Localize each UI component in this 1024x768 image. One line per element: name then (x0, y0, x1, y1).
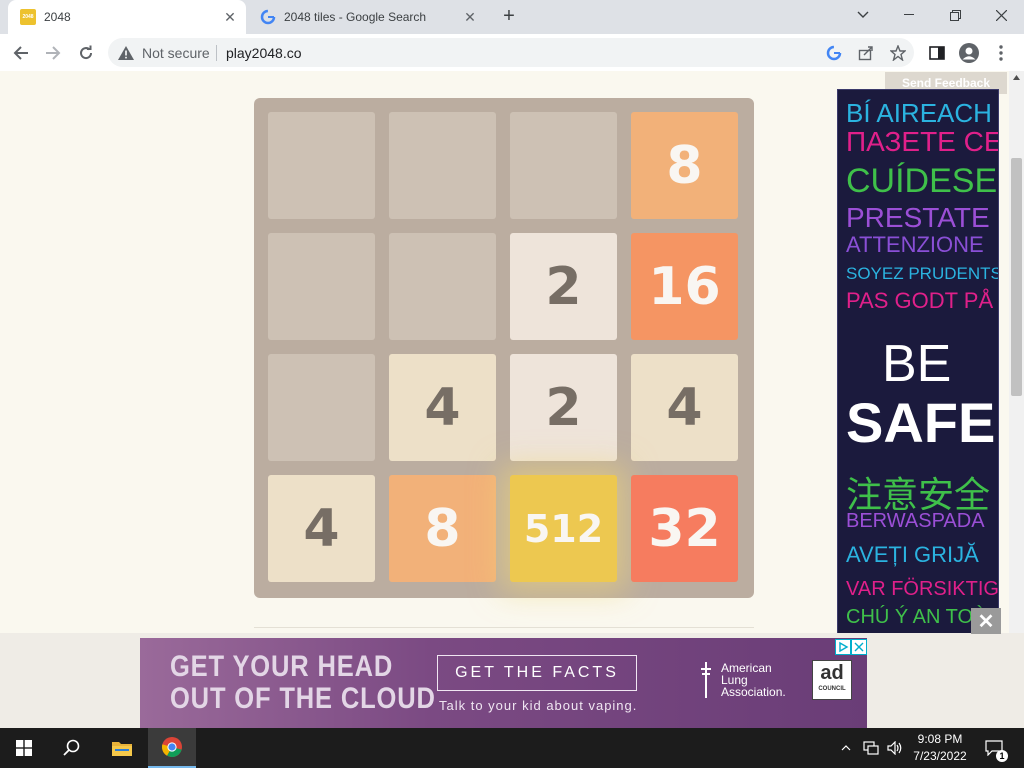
sponsor-line-3: Association. (721, 685, 786, 699)
ad-close-x-icon[interactable] (851, 639, 867, 655)
tile-4: 4 (631, 354, 738, 461)
ad-headline-line2: OUT OF THE CLOUD (170, 682, 436, 715)
forward-arrow-icon[interactable] (40, 40, 66, 66)
clock-time[interactable]: 9:08 PM (904, 731, 976, 747)
close-tab-icon[interactable]: ✕ (222, 9, 238, 25)
tile-8: 8 (631, 112, 738, 219)
tile-16: 16 (631, 233, 738, 340)
windows-start-icon[interactable] (0, 728, 48, 768)
ad-subtext: Talk to your kid about vaping. (439, 698, 638, 713)
side-ad-line: BÍ AIREACH (846, 98, 992, 128)
bottom-advertisement[interactable]: GET YOUR HEAD OUT OF THE CLOUD GET THE F… (140, 638, 867, 728)
windows-taskbar: 9:08 PM 7/23/2022 1 (0, 728, 1024, 768)
side-ad-line: BE (882, 335, 952, 393)
omnibox-divider (216, 45, 217, 61)
warning-icon[interactable] (116, 43, 136, 63)
google-icon (260, 9, 276, 25)
empty-cell (268, 112, 375, 219)
scroll-up-arrow-icon (1013, 75, 1020, 80)
tile-8: 8 (389, 475, 496, 582)
side-ad-line: PRESTATE (846, 202, 990, 233)
2048-favicon-icon: 2048 (20, 9, 36, 25)
volume-icon[interactable] (884, 728, 906, 768)
game-board[interactable]: 8 2 16 4 2 4 4 8 512 32 (254, 98, 754, 598)
side-ad-line: PAS GODT PÅ (846, 288, 994, 313)
side-ad-line: SOYEZ PRUDENTS (846, 264, 999, 283)
ad-council-badge-text: ad (820, 662, 844, 684)
empty-cell (389, 233, 496, 340)
side-advertisement[interactable]: BÍ AIREACH ПАЗЕТЕ СЕ CUÍDESE PRESTATE ATTENZ… (837, 89, 999, 635)
scrollbar-thumb[interactable] (1011, 158, 1022, 396)
empty-cell (389, 112, 496, 219)
show-hidden-icons-chevron-icon[interactable] (836, 728, 856, 768)
tab-2048[interactable]: 2048 2048 ✕ (8, 0, 246, 34)
minimize-button[interactable] (886, 0, 932, 30)
tile-512: 512 (510, 475, 617, 582)
side-ad-line: BERWASPADA (846, 510, 985, 532)
profile-avatar-icon[interactable] (956, 40, 982, 66)
ad-council-badge-subtext: COUNCIL (818, 686, 846, 692)
notifications-icon[interactable] (980, 728, 1008, 768)
adchoices-icon[interactable] (835, 639, 851, 655)
address-bar[interactable]: Not secure play2048.co (108, 38, 914, 67)
side-panel-icon[interactable] (924, 40, 950, 66)
reload-icon[interactable] (73, 40, 99, 66)
search-icon[interactable] (48, 728, 96, 768)
empty-cell (268, 233, 375, 340)
tab-title: 2048 (44, 10, 71, 24)
tile-2: 2 (510, 354, 617, 461)
url-text[interactable]: play2048.co (226, 45, 302, 61)
back-arrow-icon[interactable] (8, 40, 34, 66)
restore-button[interactable] (932, 0, 978, 30)
notification-count-badge: 1 (996, 750, 1008, 762)
side-ad-line: CHÚ Ý AN TOÀ (846, 606, 987, 628)
side-ad-line: ATTENZIONE (846, 232, 984, 257)
menu-dots-icon[interactable] (988, 40, 1014, 66)
tab-strip: 2048 2048 ✕ 2048 tiles - Google Search ✕… (0, 0, 1024, 34)
share-icon[interactable] (856, 43, 876, 63)
side-ad-line: CUÍDESE (846, 162, 998, 200)
empty-cell (510, 112, 617, 219)
security-label[interactable]: Not secure (142, 45, 210, 61)
tile-2: 2 (510, 233, 617, 340)
tile-4: 4 (389, 354, 496, 461)
side-ad-line: AVEȚI GRIJĂ (846, 542, 979, 567)
side-ad-line: ПАЗЕТЕ СЕ (846, 126, 999, 157)
google-lens-icon[interactable] (824, 43, 844, 63)
tile-32: 32 (631, 475, 738, 582)
close-window-button[interactable] (978, 0, 1024, 30)
tile-4: 4 (268, 475, 375, 582)
tab-title: 2048 tiles - Google Search (284, 10, 427, 24)
tab-google-search[interactable]: 2048 tiles - Google Search ✕ (248, 0, 486, 34)
empty-cell (268, 354, 375, 461)
close-ad-button[interactable]: ✕ (971, 608, 1001, 634)
tab-search-chevron-icon[interactable] (840, 0, 886, 30)
side-ad-line: VAR FÖRSIKTIG (846, 578, 999, 600)
get-the-facts-button[interactable]: GET THE FACTS (437, 655, 637, 691)
side-ad-line: SAFE (846, 391, 996, 454)
ad-council-logo: ad COUNCIL (812, 660, 852, 700)
ad-headline-line1: GET YOUR HEAD (170, 650, 394, 683)
browser-toolbar: Not secure play2048.co (0, 34, 1024, 72)
new-tab-button[interactable]: + (498, 6, 520, 28)
bookmark-star-icon[interactable] (888, 43, 908, 63)
lung-cross-icon (701, 662, 711, 698)
network-icon[interactable] (860, 728, 882, 768)
close-tab-icon[interactable]: ✕ (462, 9, 478, 25)
clock-date[interactable]: 7/23/2022 (904, 748, 976, 764)
file-explorer-icon[interactable] (98, 728, 146, 768)
chrome-taskbar-icon[interactable] (148, 728, 196, 768)
